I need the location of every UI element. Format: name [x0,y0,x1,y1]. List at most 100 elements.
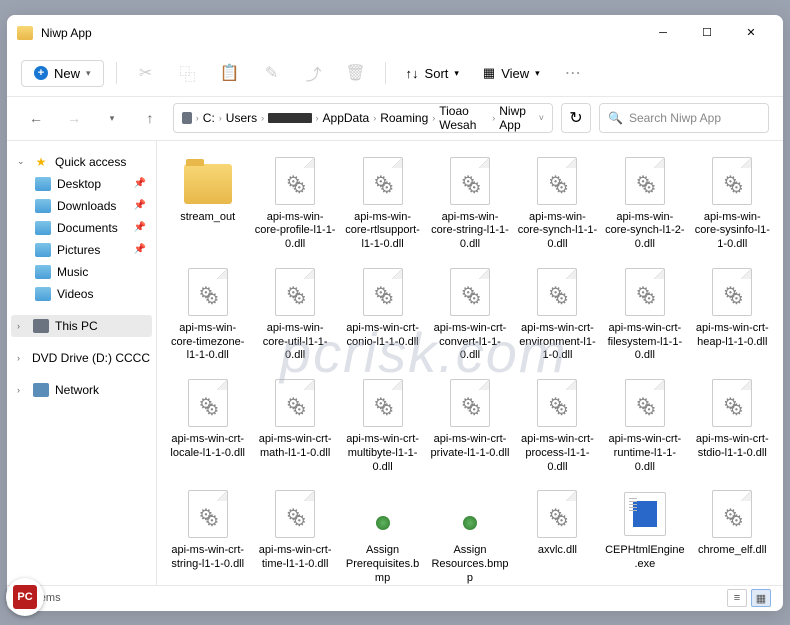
refresh-button[interactable]: ↻ [561,103,591,133]
bmp-file-icon [376,516,390,530]
file-item[interactable]: api-ms-win-crt-convert-l1-1-0.dll [427,262,512,367]
chevron-right-icon[interactable]: › [17,321,27,331]
chevron-right-icon[interactable]: › [17,353,20,363]
sidebar-item-quickaccess[interactable]: ⌄ ★ Quick access [11,151,152,173]
separator [116,62,117,84]
file-item[interactable]: axvlc.dll [515,484,600,584]
share-icon[interactable]: ⤴ [297,56,331,90]
minimize-button[interactable]: ─ [641,18,685,48]
file-name: api-ms-win-crt-locale-l1-1-0.dll [167,433,248,461]
forward-button[interactable]: → [59,103,89,133]
path-seg-redacted[interactable] [268,113,311,123]
file-item[interactable]: api-ms-win-core-profile-l1-1-0.dll [252,151,337,256]
dll-file-icon [450,379,490,427]
file-item[interactable]: api-ms-win-crt-private-l1-1-0.dll [427,373,512,478]
search-icon: 🔍 [608,111,623,125]
file-item[interactable]: api-ms-win-core-synch-l1-2-0.dll [602,151,687,256]
sidebar-item-network[interactable]: › Network [11,379,152,401]
chevron-right-icon: › [196,113,199,123]
dll-file-icon [625,268,665,316]
chevron-down-icon[interactable]: ˅ [539,113,544,123]
dll-file-icon [363,268,403,316]
sidebar-item-documents[interactable]: Documents📌 [11,217,152,239]
sidebar-item-pictures[interactable]: Pictures📌 [11,239,152,261]
file-name: api-ms-win-crt-time-l1-1-0.dll [254,544,335,572]
file-item[interactable]: stream_out [165,151,250,256]
file-item[interactable]: api-ms-win-core-util-l1-1-0.dll [252,262,337,367]
folder-icon [17,26,33,40]
copy-icon[interactable]: ⿻ [171,56,205,90]
cut-icon[interactable]: ✂ [129,56,163,90]
rename-icon[interactable]: ✎ [255,56,289,90]
quickaccess-label: Quick access [55,155,126,169]
sidebar-item-videos[interactable]: Videos [11,283,152,305]
file-item[interactable]: api-ms-win-crt-environment-l1-1-0.dll [515,262,600,367]
address-path[interactable]: › C: › Users › › AppData › Roaming › Tio… [173,103,553,133]
icons-view-button[interactable]: ▦ [751,589,771,607]
delete-icon[interactable]: 🗑 [339,56,373,90]
file-item[interactable]: api-ms-win-crt-heap-l1-1-0.dll [690,262,775,367]
up-folder-button[interactable]: ↑ [135,103,165,133]
file-item[interactable]: api-ms-win-crt-string-l1-1-0.dll [165,484,250,584]
path-seg[interactable]: Niwp App [499,104,534,132]
file-item[interactable]: api-ms-win-crt-math-l1-1-0.dll [252,373,337,478]
file-item[interactable]: api-ms-win-core-synch-l1-1-0.dll [515,151,600,256]
new-button[interactable]: + New ▾ [21,60,104,87]
file-item[interactable]: api-ms-win-core-string-l1-1-0.dll [427,151,512,256]
file-item[interactable]: CEPHtmlEngine.exe [602,484,687,584]
details-view-button[interactable]: ≡ [727,589,747,607]
file-item[interactable]: Assign Resources.bmpp [427,484,512,584]
path-seg[interactable]: Roaming [380,111,428,125]
chevron-right-icon[interactable]: › [17,385,27,395]
dll-file-icon [188,490,228,538]
file-item[interactable]: api-ms-win-crt-stdio-l1-1-0.dll [690,373,775,478]
chevron-right-icon: › [219,113,222,123]
back-button[interactable]: ← [21,103,51,133]
file-item[interactable]: api-ms-win-crt-multibyte-l1-1-0.dll [340,373,425,478]
file-item[interactable]: Assign Prerequisites.bmp [340,484,425,584]
pin-icon: 📌 [134,222,146,233]
sidebar-item-music[interactable]: Music [11,261,152,283]
close-button[interactable]: ✕ [729,18,773,48]
chevron-down-icon: ▾ [86,68,91,79]
file-item[interactable]: api-ms-win-crt-conio-l1-1-0.dll [340,262,425,367]
file-item[interactable]: api-ms-win-crt-runtime-l1-1-0.dll [602,373,687,478]
up-button[interactable]: ▾ [97,103,127,133]
file-item[interactable]: api-ms-win-crt-locale-l1-1-0.dll [165,373,250,478]
chevron-right-icon: › [432,113,435,123]
path-seg[interactable]: Tioao Wesah [439,104,488,132]
more-button[interactable]: ⋯ [556,56,590,90]
separator [385,62,386,84]
sort-label: Sort [425,66,449,81]
search-input[interactable]: 🔍 Search Niwp App [599,103,769,133]
window-title: Niwp App [41,26,641,40]
path-seg[interactable]: Users [226,111,257,125]
file-item[interactable]: api-ms-win-core-timezone-l1-1-0.dll [165,262,250,367]
maximize-button[interactable]: ☐ [685,18,729,48]
sidebar-item-downloads[interactable]: Downloads📌 [11,195,152,217]
file-item[interactable]: api-ms-win-crt-process-l1-1-0.dll [515,373,600,478]
sort-button[interactable]: ↑↓ Sort ▾ [398,62,467,85]
dll-file-icon [625,379,665,427]
file-item[interactable]: api-ms-win-core-sysinfo-l1-1-0.dll [690,151,775,256]
file-grid[interactable]: stream_outapi-ms-win-core-profile-l1-1-0… [157,141,783,585]
sidebar-item-label: Network [55,383,99,397]
toolbar: + New ▾ ✂ ⿻ 📋 ✎ ⤴ 🗑 ↑↓ Sort ▾ ▦ View ▾ ⋯ [7,51,783,97]
folder-icon [35,221,51,235]
sidebar-item-thispc[interactable]: ›This PC [11,315,152,337]
chevron-down-icon[interactable]: ⌄ [17,156,27,167]
path-seg[interactable]: C: [203,111,215,125]
view-icon: ▦ [483,65,495,81]
paste-icon[interactable]: 📋 [213,56,247,90]
dll-file-icon [188,268,228,316]
file-name: api-ms-win-core-sysinfo-l1-1-0.dll [692,211,773,252]
path-seg[interactable]: AppData [323,111,370,125]
sidebar-item-label: Videos [57,287,93,301]
file-item[interactable]: chrome_elf.dll [690,484,775,584]
view-button[interactable]: ▦ View ▾ [475,61,548,85]
file-item[interactable]: api-ms-win-core-rtlsupport-l1-1-0.dll [340,151,425,256]
sidebar-item-dvd[interactable]: ›DVD Drive (D:) CCCC [11,347,152,369]
sidebar-item-desktop[interactable]: Desktop📌 [11,173,152,195]
file-item[interactable]: api-ms-win-crt-filesystem-l1-1-0.dll [602,262,687,367]
file-item[interactable]: api-ms-win-crt-time-l1-1-0.dll [252,484,337,584]
